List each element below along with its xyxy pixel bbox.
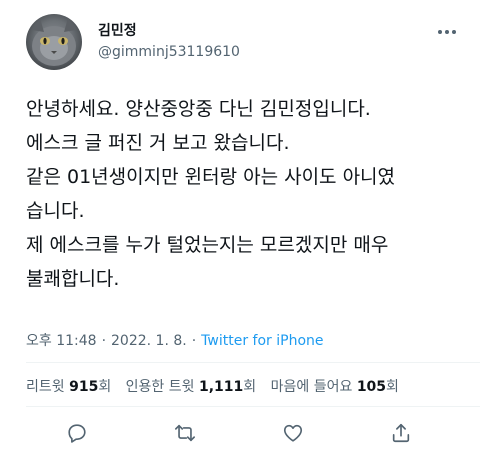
likes-count: 105: [356, 379, 387, 395]
user-handle[interactable]: @gimminj53119610: [98, 44, 240, 60]
quotes-label: 인용한 트윗: [125, 379, 195, 395]
retweets-stat[interactable]: 리트윗 915회: [26, 379, 111, 395]
retweet-button[interactable]: [172, 420, 198, 446]
quotes-unit: 회: [243, 379, 257, 395]
meta-separator: ·: [191, 333, 197, 349]
reply-button[interactable]: [64, 420, 90, 446]
likes-label: 마음에 들어요: [270, 379, 353, 395]
tweet-line: 같은 01년생이지만 윈터랑 아는 사이도 아니였: [26, 166, 396, 188]
like-button[interactable]: [280, 420, 306, 446]
quotes-count: 1,111: [198, 379, 244, 395]
share-button[interactable]: [388, 420, 414, 446]
divider: [26, 406, 480, 407]
ellipsis-icon: [438, 30, 456, 34]
heart-icon: [283, 424, 303, 442]
quotes-stat[interactable]: 인용한 트윗 1,111회: [126, 379, 257, 395]
tweet-source-link[interactable]: Twitter for iPhone: [201, 333, 323, 349]
tweet-line: 제 에스크를 누가 털었는지는 모르겠지만 매우: [26, 234, 389, 256]
retweets-unit: 회: [98, 379, 112, 395]
retweets-count: 915: [69, 379, 99, 395]
cat-avatar-icon: [32, 18, 76, 66]
likes-stat[interactable]: 마음에 들어요 105회: [271, 379, 399, 395]
likes-unit: 회: [386, 379, 399, 395]
tweet-line: 에스크 글 퍼진 거 보고 왔습니다.: [26, 132, 290, 154]
divider: [26, 362, 480, 363]
tweet-meta: 오후 11:48 · 2022. 1. 8. · Twitter for iPhone: [26, 330, 324, 350]
retweets-label: 리트윗: [26, 379, 65, 395]
tweet-line: 습니다.: [26, 200, 85, 222]
tweet-detail: 김민정 @gimminj53119610 안녕하세요. 양산중앙중 다닌 김민정…: [0, 0, 480, 450]
avatar[interactable]: [26, 14, 82, 70]
reply-icon: [68, 424, 86, 443]
retweet-icon: [175, 424, 195, 442]
tweet-date[interactable]: 2022. 1. 8.: [111, 333, 187, 349]
user-name[interactable]: 김민정: [98, 20, 137, 40]
tweet-actions: [0, 420, 480, 446]
tweet-line: 안녕하세요. 양산중앙중 다닌 김민정입니다.: [26, 98, 371, 120]
tweet-time[interactable]: 오후 11:48: [26, 333, 97, 349]
meta-separator: ·: [101, 333, 107, 349]
share-icon: [392, 423, 410, 443]
more-options-button[interactable]: [432, 22, 462, 42]
tweet-text: 안녕하세요. 양산중앙중 다닌 김민정입니다. 에스크 글 퍼진 거 보고 왔습…: [26, 92, 466, 296]
tweet-stats: 리트윗 915회 인용한 트윗 1,111회 마음에 들어요 105회: [26, 376, 409, 396]
tweet-line: 불쾌합니다.: [26, 268, 120, 290]
